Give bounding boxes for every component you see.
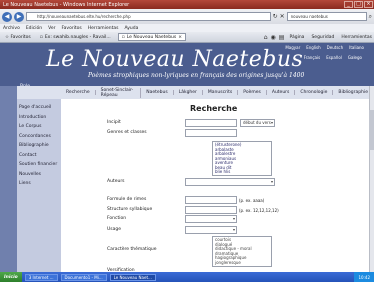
nav-manuscrits[interactable]: Manuscrits [203, 90, 239, 95]
nav-naetebus[interactable]: Naetebus [141, 90, 174, 95]
sidebar-item-corpus[interactable]: Le Corpus [17, 122, 61, 132]
clock: 10:42 [358, 274, 370, 280]
sidebar-item-accueil[interactable]: Page d'accueil [17, 103, 61, 113]
feeds-icon[interactable]: ◉ [271, 34, 276, 41]
structure-input[interactable] [185, 206, 237, 214]
start-button[interactable]: Inicio [0, 272, 22, 282]
menu-archivo[interactable]: Archivo [3, 26, 20, 31]
menu-herramientas[interactable]: Herramientas [88, 26, 119, 31]
left-decoration [0, 86, 17, 272]
tab-bar: ☆ Favoritos ▫ Ex: swahib.naugles - Ravail… [0, 32, 374, 43]
page-icon: ▫ [39, 34, 43, 40]
menu-bar: Archivo Edición Ver Favoritos Herramient… [0, 24, 374, 32]
tab-1[interactable]: ▫ Ex: swahib.naugles - Ravail... [36, 33, 115, 41]
caractere-list[interactable]: courtois dialogué didactique - moral dra… [212, 236, 272, 267]
page-menu[interactable]: Página [287, 35, 306, 40]
rimes-input[interactable] [185, 196, 237, 204]
sidebar-item-liens[interactable]: Liens [17, 179, 61, 189]
nav-auteurs[interactable]: Auteurs [267, 90, 296, 95]
nav-sonet[interactable]: Sonet-Sinclair-Répeau [96, 87, 142, 98]
sidebar-item-bibliographie[interactable]: Bibliographie [17, 141, 61, 151]
usage-label: Usage [107, 227, 122, 232]
menu-favoritos[interactable]: Favoritos [61, 26, 81, 31]
rimes-label: Formule de rimes [107, 197, 147, 202]
url-input[interactable]: http://nouveaunaetebus.elte.hu/recherche… [26, 12, 271, 21]
page-title: Recherche [190, 104, 238, 113]
scrollbar-thumb[interactable] [369, 110, 374, 150]
refresh-icon[interactable]: ↻ [273, 13, 278, 20]
nav-bibliographie[interactable]: Bibliographie [333, 90, 374, 95]
window-title: Le Nouveau Naetebus - Windows Internet E… [3, 1, 130, 8]
tab-2[interactable]: ▫ Le Nouveau Naetebus × [117, 33, 187, 41]
lang-galego[interactable]: Galego [348, 55, 362, 60]
back-icon[interactable]: ◀ [2, 11, 12, 22]
usage-select[interactable] [185, 226, 237, 234]
taskbar-item[interactable]: Documento1 - Mi... [60, 273, 107, 281]
lang-english[interactable]: English [306, 45, 320, 50]
auteurs-label: Auteurs [107, 179, 125, 184]
structure-hint: (p. ex. 12,12,12,12) [239, 208, 279, 213]
fonction-label: Fonction [107, 216, 127, 221]
auteurs-select[interactable] [185, 178, 275, 186]
lang-francais[interactable]: Français [304, 55, 321, 60]
genres-label: Genres et classes [107, 130, 147, 135]
taskbar: Inicio 3 Internet ... Documento1 - Mi...… [0, 272, 374, 282]
site-subtitle: Poèmes strophiques non-lyriques en franç… [88, 72, 305, 79]
nav-poemes[interactable]: Poèmes [238, 90, 267, 95]
stop-icon[interactable]: ✕ [280, 13, 285, 20]
search-input[interactable]: nouveau naetebus [286, 12, 367, 21]
close-tab-icon[interactable]: × [178, 35, 182, 40]
security-menu[interactable]: Seguridad [309, 35, 336, 40]
list-item[interactable]: jongleresque [215, 260, 269, 266]
site-title: Le Nouveau Naetebus [46, 47, 304, 72]
lang-espanol[interactable]: Español [326, 55, 342, 60]
sidebar: Page d'accueil Introduction Le Corpus Co… [17, 99, 61, 272]
close-button[interactable]: × [364, 1, 373, 8]
favorites-button[interactable]: ☆ Favoritos [3, 35, 33, 40]
genres-list[interactable]: (étrusterone) arbalaste arbalestre armon… [212, 141, 272, 176]
sidebar-item-contact[interactable]: Contact [17, 151, 61, 161]
incipit-input[interactable] [185, 119, 237, 127]
nav-lakgher[interactable]: Lâkgher [174, 90, 203, 95]
nav-chronologie[interactable]: Chronologie [295, 90, 334, 95]
taskbar-item-active[interactable]: Le Nouveau Naet... [109, 273, 156, 281]
minimize-button[interactable]: _ [344, 1, 353, 8]
address-bar: ◀ ▶ http://nouveaunaetebus.elte.hu/reche… [0, 9, 374, 24]
lang-deutsch[interactable]: Deutsch [327, 45, 343, 50]
window-titlebar: Le Nouveau Naetebus - Windows Internet E… [0, 0, 374, 9]
structure-label: Structure syllabique [107, 207, 153, 212]
page-icon: ▫ [121, 34, 125, 40]
search-icon[interactable]: ⌕ [369, 13, 372, 21]
tools-menu[interactable]: Herramientas [339, 35, 374, 40]
sidebar-item-introduction[interactable]: Introduction [17, 113, 61, 123]
top-navigation: Recherche Sonet-Sinclair-Répeau Naetebus… [17, 86, 374, 99]
language-links-row2: Français Español Galego [304, 55, 362, 60]
menu-edicion[interactable]: Edición [26, 26, 42, 31]
sidebar-item-nouvelles[interactable]: Nouvelles [17, 170, 61, 180]
fonction-select[interactable] [185, 215, 237, 223]
caractere-label: Caractère thématique [107, 247, 157, 252]
forward-icon[interactable]: ▶ [14, 11, 24, 22]
lang-italiano[interactable]: Italiano [349, 45, 364, 50]
incipit-label: Incipit [107, 120, 121, 125]
incipit-position-select[interactable]: début du vers [240, 119, 275, 127]
home-icon[interactable]: ⌂ [264, 34, 268, 41]
menu-ayuda[interactable]: Ayuda [124, 26, 138, 31]
rimes-hint: (p. ex. aaaa) [239, 198, 265, 203]
list-item[interactable]: blie hlis [215, 169, 269, 175]
nav-recherche[interactable]: Recherche [61, 90, 96, 95]
genres-input[interactable] [185, 129, 237, 137]
menu-ver[interactable]: Ver [48, 26, 55, 31]
print-icon[interactable]: ▤ [279, 34, 285, 41]
system-tray: 10:42 [354, 272, 374, 282]
maximize-button[interactable]: □ [354, 1, 363, 8]
sidebar-item-soutien[interactable]: Soutien financier [17, 160, 61, 170]
sidebar-item-concordances[interactable]: Concordances [17, 132, 61, 142]
taskbar-item[interactable]: 3 Internet ... [24, 273, 58, 281]
